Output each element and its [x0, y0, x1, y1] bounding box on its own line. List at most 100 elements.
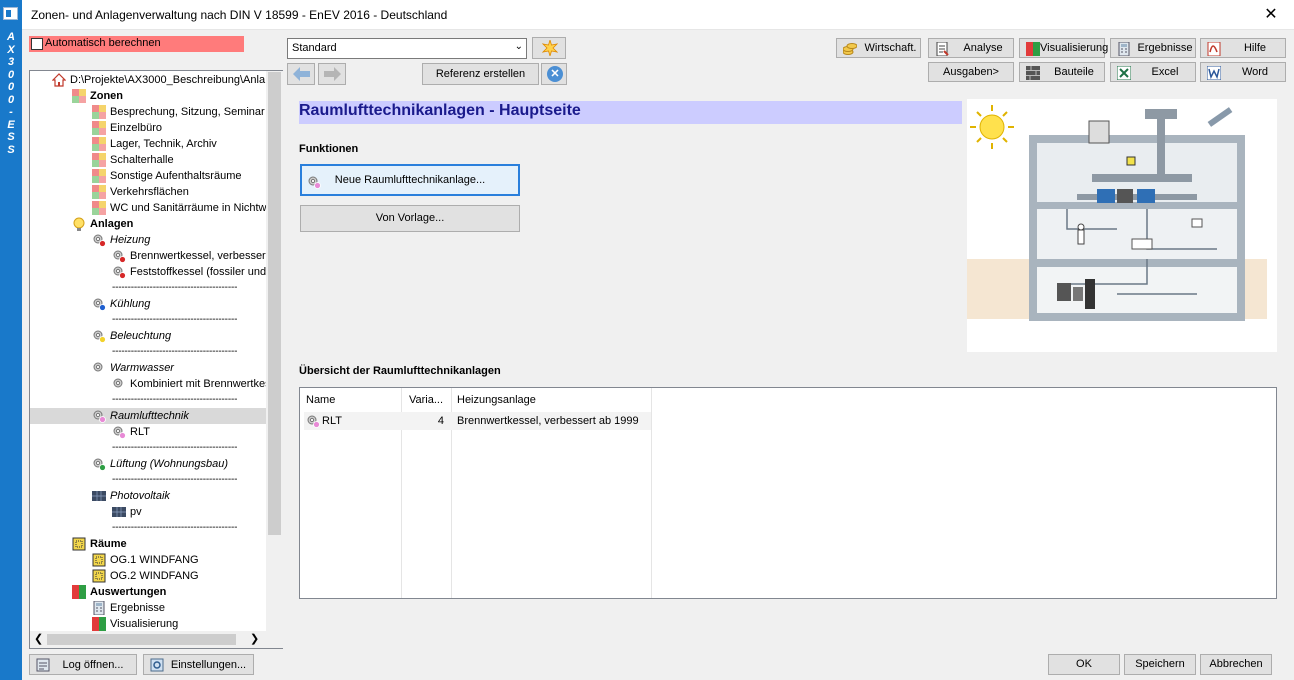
tree-separator: ----------------------------------------	[112, 474, 238, 485]
bauteile-button[interactable]: Bauteile	[1019, 62, 1105, 82]
create-reference-button[interactable]: Referenz erstellen	[422, 63, 539, 85]
ok-button[interactable]: OK	[1048, 654, 1120, 675]
tree-photovoltaik-item[interactable]: pv	[112, 504, 266, 520]
analysis-icon	[936, 42, 949, 56]
new-rlt-label: Neue Raumlufttechnikanlage...	[334, 174, 486, 186]
solar-panel-icon	[92, 491, 106, 501]
auto-calc-checkbox[interactable]	[31, 38, 43, 50]
zones-icon	[92, 105, 106, 119]
tree-lueftung[interactable]: Lüftung (Wohnungsbau)	[92, 456, 266, 472]
tree-horizontal-scroll-thumb[interactable]	[47, 634, 236, 645]
project-tree[interactable]: D:\Projekte\AX3000_Beschreibung\Anla Zon…	[29, 70, 283, 649]
profile-select[interactable]: Standard ⌄	[287, 38, 527, 59]
save-button[interactable]: Speichern	[1124, 654, 1196, 675]
tree-anlagen[interactable]: Anlagen	[72, 216, 266, 232]
tree-zone-item[interactable]: Einzelbüro	[92, 120, 266, 136]
tree-heizung-item[interactable]: Brennwertkessel, verbesser	[112, 248, 266, 264]
word-icon	[1207, 66, 1221, 80]
gear-icon	[112, 377, 126, 391]
zones-icon	[92, 201, 106, 215]
open-log-button[interactable]: Log öffnen...	[29, 654, 137, 675]
excel-label: Excel	[1151, 66, 1179, 78]
excel-button[interactable]: Excel	[1110, 62, 1196, 82]
tree-raum-item[interactable]: OG.1 WINDFANG	[92, 552, 266, 568]
open-log-label: Log öffnen...	[62, 659, 124, 671]
column-header-heating[interactable]: Heizungsanlage	[457, 394, 536, 406]
side-label: A X 3 0 0 0 - E S S	[7, 31, 15, 156]
tree-visualisierung[interactable]: Visualisierung	[92, 616, 266, 631]
window-title: Zonen- und Anlagenverwaltung nach DIN V …	[31, 8, 448, 22]
forward-button[interactable]	[318, 63, 346, 85]
tree-auswertungen[interactable]: Auswertungen	[72, 584, 266, 600]
tree-zone-item[interactable]: Sonstige Aufenthaltsräume	[92, 168, 266, 184]
ergebnisse-button[interactable]: Ergebnisse	[1110, 38, 1196, 58]
tree-zone-item[interactable]: Lager, Technik, Archiv	[92, 136, 266, 152]
tree-zone-label: Besprechung, Sitzung, Seminar	[110, 106, 265, 118]
tree-zone-item[interactable]: Schalterhalle	[92, 152, 266, 168]
scroll-right-icon[interactable]: ❯	[250, 632, 259, 645]
hilfe-button[interactable]: Hilfe	[1200, 38, 1286, 58]
rlt-table[interactable]: Name Varia... Heizungsanlage RLT 4 Brenn…	[299, 387, 1277, 599]
wall-icon	[1026, 66, 1040, 80]
tree-zonen[interactable]: Zonen	[72, 88, 266, 104]
tree-zone-item[interactable]: Besprechung, Sitzung, Seminar	[92, 104, 266, 120]
tree-heizung-item[interactable]: Feststoffkessel (fossiler und	[112, 264, 266, 280]
help-question-button[interactable]: ✕	[541, 63, 567, 85]
auto-calc-checkbox-row[interactable]: Automatisch berechnen	[29, 36, 244, 52]
excel-icon	[1117, 66, 1131, 80]
column-separator	[651, 388, 652, 598]
tree-separator: ----------------------------------------	[112, 394, 238, 405]
tree-vertical-scrollbar[interactable]	[266, 71, 283, 648]
tree-zone-item[interactable]: WC und Sanitärräume in Nichtwo	[92, 200, 266, 216]
ausgaben-button[interactable]: Ausgaben>	[928, 62, 1014, 82]
new-profile-button[interactable]	[532, 37, 566, 59]
close-button[interactable]: ✕	[1248, 0, 1294, 30]
side-strip: A X 3 0 0 0 - E S S	[0, 0, 22, 680]
tree-zone-label: Lager, Technik, Archiv	[110, 138, 217, 150]
table-row[interactable]: RLT 4 Brennwertkessel, verbessert ab 199…	[304, 412, 651, 430]
tree-root[interactable]: D:\Projekte\AX3000_Beschreibung\Anla	[52, 72, 266, 88]
scroll-left-icon[interactable]: ❮	[34, 632, 43, 645]
wirtschaft-button[interactable]: Wirtschaft.	[836, 38, 921, 58]
row-variant: 4	[437, 415, 444, 427]
column-header-variant[interactable]: Varia...	[409, 394, 443, 406]
log-icon	[36, 658, 50, 672]
ergebnisse-label: Ergebnisse	[1137, 42, 1193, 54]
word-button[interactable]: Word	[1200, 62, 1286, 82]
tree-raumlufttechnik[interactable]: Raumlufttechnik	[92, 408, 266, 424]
new-rlt-button[interactable]: Neue Raumlufttechnikanlage...	[300, 164, 520, 196]
tree-warmwasser-item[interactable]: Kombiniert mit Brennwertkes	[112, 376, 266, 392]
tree-horizontal-scrollbar[interactable]: ❮ ❯	[30, 631, 266, 648]
gear-red-icon	[112, 265, 126, 279]
tree-warmwasser[interactable]: Warmwasser	[92, 360, 266, 376]
page-heading-bar: Raumlufttechnikanlagen - Hauptseite	[299, 101, 962, 124]
column-header-name[interactable]: Name	[306, 394, 335, 406]
zones-icon	[92, 169, 106, 183]
room-icon	[92, 569, 106, 583]
tree-raumluft-item[interactable]: RLT	[112, 424, 266, 440]
tree-raum-item[interactable]: OG.2 WINDFANG	[92, 568, 266, 584]
from-template-button[interactable]: Von Vorlage...	[300, 205, 520, 232]
app-icon	[3, 7, 18, 20]
tree-raeume[interactable]: Räume	[72, 536, 266, 552]
zones-icon	[92, 153, 106, 167]
row-heating: Brennwertkessel, verbessert ab 1999	[457, 415, 639, 427]
tree-beleuchtung[interactable]: Beleuchtung	[92, 328, 266, 344]
auto-calc-label: Automatisch berechnen	[45, 37, 161, 49]
cancel-label: Abbrechen	[1209, 658, 1263, 670]
settings-label: Einstellungen...	[170, 659, 247, 671]
tree-vertical-scroll-thumb[interactable]	[268, 72, 281, 535]
settings-button[interactable]: Einstellungen...	[143, 654, 254, 675]
zones-icon	[72, 89, 86, 103]
tree-photovoltaik[interactable]: Photovoltaik	[92, 488, 266, 504]
tree-kuehlung[interactable]: Kühlung	[92, 296, 266, 312]
tree-ergebnisse[interactable]: Ergebnisse	[92, 600, 266, 616]
tree-zone-item[interactable]: Verkehrsflächen	[92, 184, 266, 200]
tree-heizung[interactable]: Heizung	[92, 232, 266, 248]
tree-zone-label: Einzelbüro	[110, 122, 162, 134]
analyse-button[interactable]: Analyse	[928, 38, 1014, 58]
gear-pink-icon	[112, 425, 126, 439]
visualisierung-button[interactable]: Visualisierung	[1019, 38, 1108, 58]
cancel-button[interactable]: Abbrechen	[1200, 654, 1272, 675]
back-button[interactable]	[287, 63, 315, 85]
